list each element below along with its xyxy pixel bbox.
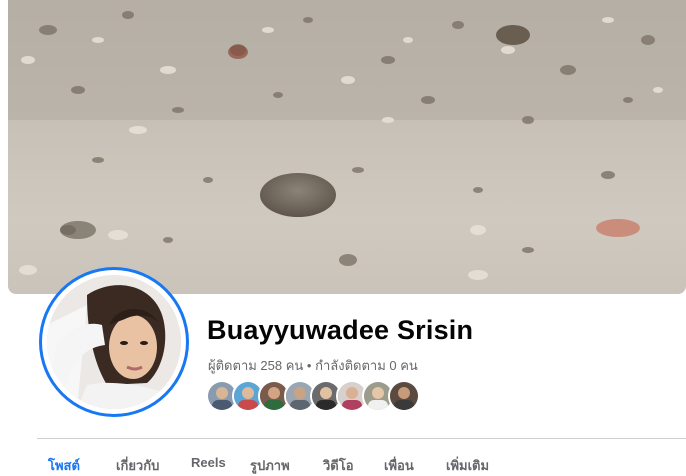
- profile-divider: [37, 438, 686, 439]
- beach-sand-image: [8, 0, 686, 280]
- follower-avatar[interactable]: [388, 380, 420, 412]
- tab-about[interactable]: เกี่ยวกับ: [116, 455, 159, 476]
- profile-photo: [47, 275, 181, 409]
- follow-stats[interactable]: ผู้ติดตาม 258 คน • กำลังติดตาม 0 คน: [208, 355, 418, 376]
- cover-photo[interactable]: [8, 0, 686, 294]
- profile-avatar[interactable]: [39, 267, 189, 417]
- tab-posts[interactable]: โพสต์: [48, 455, 80, 476]
- tab-videos[interactable]: วิดีโอ: [323, 455, 354, 476]
- woman-portrait-image: [47, 275, 181, 409]
- tab-more[interactable]: เพิ่มเติม: [446, 455, 489, 476]
- profile-name: Buayyuwadee Srisin: [207, 315, 474, 345]
- tab-friends[interactable]: เพื่อน: [384, 455, 414, 476]
- tab-reels[interactable]: Reels: [191, 455, 226, 470]
- tab-photos[interactable]: รูปภาพ: [250, 455, 290, 476]
